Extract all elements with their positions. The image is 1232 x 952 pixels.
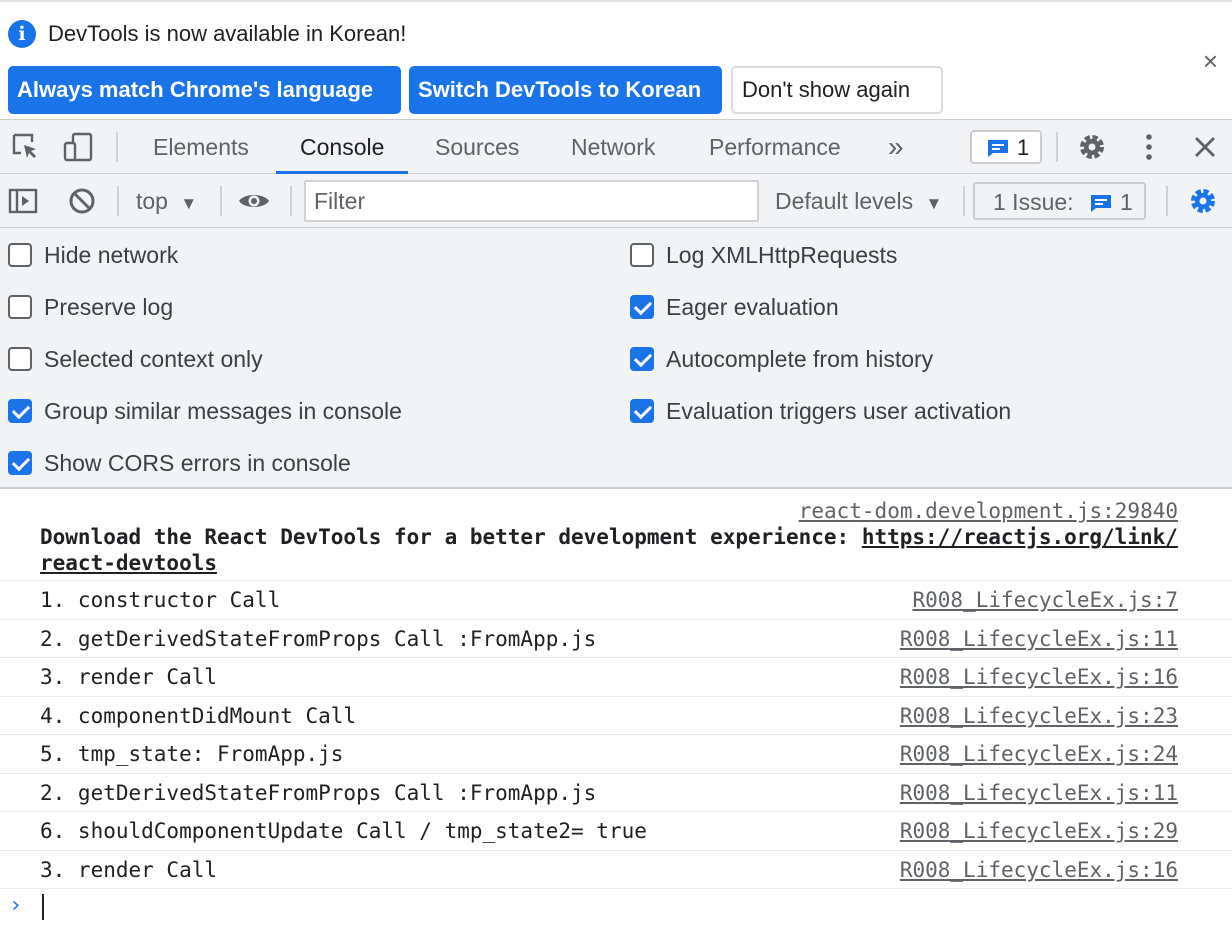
- autocomplete-history-checkbox[interactable]: [630, 347, 654, 371]
- toolbar-divider: [963, 186, 965, 216]
- message-text: 2. getDerivedStateFromProps Call :FromAp…: [40, 780, 597, 805]
- toolbar-divider: [117, 186, 119, 216]
- toolbar-divider: [1056, 132, 1058, 162]
- dropdown-arrow-icon: ▼: [925, 194, 943, 213]
- device-toolbar-icon[interactable]: [62, 131, 94, 163]
- console-prompt[interactable]: ›: [0, 887, 1232, 927]
- console-message: 2. getDerivedStateFromProps Call :FromAp…: [0, 620, 1232, 658]
- react-devtools-message: Download the React DevTools for a better…: [40, 524, 1182, 576]
- console-message: react-dom.development.js:29840 Download …: [0, 490, 1232, 581]
- issues-counter-button[interactable]: 1: [970, 130, 1042, 164]
- context-label: top: [136, 188, 168, 214]
- infobar-message: DevTools is now available in Korean!: [48, 21, 407, 46]
- issues-button[interactable]: 1 Issue: 1: [973, 182, 1146, 220]
- log-xmlhttprequests-label: Log XMLHttpRequests: [666, 242, 898, 268]
- console-message: 5. tmp_state: FromApp.js R008_LifecycleE…: [0, 735, 1232, 774]
- language-infobar: i DevTools is now available in Korean! ×…: [0, 0, 1232, 119]
- context-selector[interactable]: top ▼: [136, 186, 197, 219]
- message-text: 5. tmp_state: FromApp.js: [40, 742, 344, 766]
- dont-show-again-button[interactable]: Don't show again: [731, 66, 943, 114]
- clear-console-icon[interactable]: [67, 186, 97, 222]
- kebab-menu-icon[interactable]: [1133, 131, 1165, 163]
- autocomplete-history-label: Autocomplete from history: [666, 346, 934, 372]
- inspect-element-icon[interactable]: [10, 131, 42, 163]
- message-text: 3. render Call: [40, 857, 218, 882]
- console-message: 3. render Call R008_LifecycleEx.js:16: [0, 658, 1232, 697]
- gear-icon[interactable]: [1076, 131, 1108, 163]
- message-source-link[interactable]: R008_LifecycleEx.js:16: [900, 857, 1178, 883]
- console-settings-panel: Hide network Preserve log Selected conte…: [0, 228, 1232, 489]
- message-source-link[interactable]: R008_LifecycleEx.js:11: [900, 780, 1178, 806]
- dropdown-arrow-icon: ▼: [180, 194, 198, 213]
- console-message: 1. constructor Call R008_LifecycleEx.js:…: [0, 581, 1232, 620]
- eager-evaluation-checkbox[interactable]: [630, 295, 654, 319]
- toolbar-divider: [1166, 186, 1168, 216]
- message-source-link[interactable]: R008_LifecycleEx.js:29: [900, 818, 1178, 844]
- sidebar-toggle-icon[interactable]: [8, 186, 38, 222]
- message-text: 4. componentDidMount Call: [40, 703, 357, 728]
- tab-console[interactable]: Console: [276, 120, 409, 174]
- settings-gear-icon[interactable]: [1187, 185, 1219, 223]
- prompt-chevron-icon: ›: [9, 893, 23, 918]
- selected-context-only-checkbox[interactable]: [8, 347, 32, 371]
- toolbar-divider: [290, 186, 292, 216]
- log-levels-label: Default levels: [775, 188, 914, 214]
- infobar-close-icon[interactable]: ×: [1203, 47, 1218, 75]
- filter-input[interactable]: [304, 180, 759, 222]
- tab-network[interactable]: Network: [547, 120, 679, 174]
- tab-elements[interactable]: Elements: [129, 120, 273, 174]
- issues-count: 1: [1017, 135, 1030, 160]
- message-source-link[interactable]: R008_LifecycleEx.js:24: [900, 741, 1178, 767]
- message-text: 2. getDerivedStateFromProps Call :FromAp…: [40, 626, 597, 651]
- toolbar-divider: [116, 132, 118, 162]
- console-message: 6. shouldComponentUpdate Call / tmp_stat…: [0, 812, 1232, 851]
- tab-sources[interactable]: Sources: [411, 120, 543, 174]
- group-similar-checkbox[interactable]: [8, 399, 32, 423]
- message-source-link[interactable]: R008_LifecycleEx.js:7: [912, 587, 1178, 613]
- log-levels-dropdown[interactable]: Default levels ▼: [775, 186, 942, 219]
- issues-bubble-icon: [988, 140, 1008, 157]
- switch-to-korean-button[interactable]: Switch DevTools to Korean: [409, 66, 722, 114]
- console-message: 3. render Call R008_LifecycleEx.js:16: [0, 851, 1232, 889]
- message-source-link[interactable]: R008_LifecycleEx.js:16: [900, 664, 1178, 690]
- eager-evaluation-label: Eager evaluation: [666, 294, 839, 320]
- always-match-language-button[interactable]: Always match Chrome's language: [8, 66, 401, 114]
- issues-bubble-icon: [1091, 195, 1111, 212]
- show-cors-errors-label: Show CORS errors in console: [44, 450, 351, 476]
- user-activation-checkbox[interactable]: [630, 399, 654, 423]
- user-activation-label: Evaluation triggers user activation: [666, 398, 1012, 424]
- group-similar-label: Group similar messages in console: [44, 398, 402, 424]
- hide-network-label: Hide network: [44, 242, 179, 268]
- tab-performance[interactable]: Performance: [685, 120, 865, 174]
- toolbar-divider: [220, 186, 222, 216]
- devtools-tabbar: Elements Console Sources Network Perform…: [0, 119, 1232, 174]
- selected-context-only-label: Selected context only: [44, 346, 263, 372]
- console-message: 4. componentDidMount Call R008_Lifecycle…: [0, 697, 1232, 735]
- console-toolbar: top ▼ Default levels ▼ 1 Issue: 1: [0, 174, 1232, 228]
- message-text: 1. constructor Call: [40, 588, 281, 612]
- message-text: 3. render Call: [40, 665, 218, 689]
- eye-icon[interactable]: [237, 186, 271, 222]
- console-messages: react-dom.development.js:29840 Download …: [0, 490, 1232, 952]
- issues-count: 1: [1120, 189, 1133, 215]
- preserve-log-checkbox[interactable]: [8, 295, 32, 319]
- message-source-link[interactable]: R008_LifecycleEx.js:23: [900, 703, 1178, 729]
- close-icon[interactable]: [1189, 131, 1221, 163]
- message-source-link[interactable]: react-dom.development.js:29840: [799, 498, 1178, 524]
- message-source-link[interactable]: R008_LifecycleEx.js:11: [900, 626, 1178, 652]
- hide-network-checkbox[interactable]: [8, 243, 32, 267]
- message-text: 6. shouldComponentUpdate Call / tmp_stat…: [40, 819, 647, 843]
- issues-label: 1 Issue:: [993, 189, 1074, 215]
- more-tabs-icon[interactable]: »: [864, 120, 928, 174]
- log-xmlhttprequests-checkbox[interactable]: [630, 243, 654, 267]
- preserve-log-label: Preserve log: [44, 294, 174, 320]
- text-caret: [42, 894, 44, 920]
- info-icon: i: [8, 20, 36, 48]
- console-message: 2. getDerivedStateFromProps Call :FromAp…: [0, 774, 1232, 812]
- react-devtools-text: Download the React DevTools for a better…: [40, 525, 862, 549]
- show-cors-errors-checkbox[interactable]: [8, 451, 32, 475]
